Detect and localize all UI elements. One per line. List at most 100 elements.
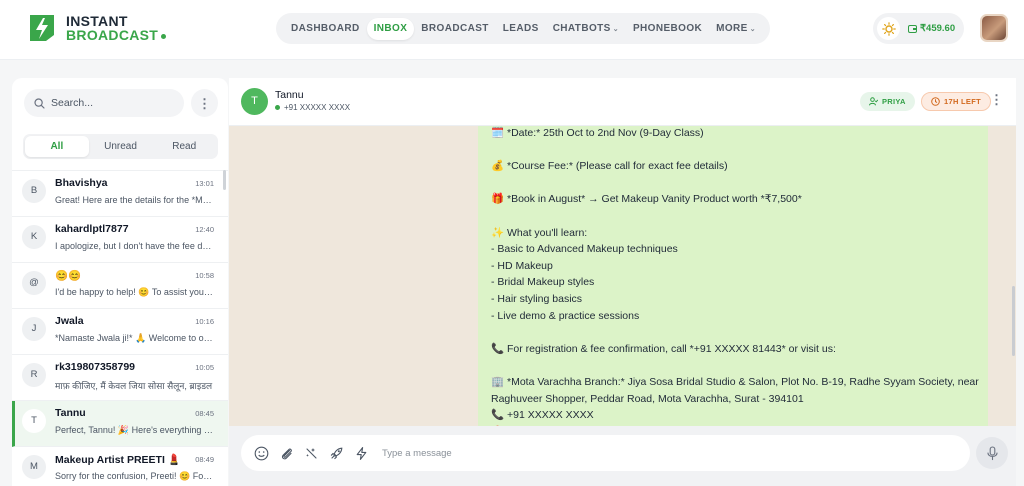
message-line: 📞 For registration & fee confirmation, c… (491, 342, 836, 355)
contact-name: Jwala (55, 315, 84, 327)
sidebar-more-icon[interactable]: ⋮ (191, 89, 218, 117)
message-line: - Bridal Makeup styles (491, 276, 595, 289)
wallet-balance[interactable]: ₹459.60 (908, 23, 955, 34)
nav-inbox[interactable]: INBOX (366, 17, 415, 40)
clock-icon (931, 97, 940, 106)
sidebar-scrollbar[interactable] (223, 170, 226, 190)
brand-dot (161, 33, 167, 39)
filter-tab-read[interactable]: Read (152, 136, 216, 157)
emoji-icon[interactable] (253, 445, 270, 462)
message-line: - Live demo & practice sessions (491, 309, 640, 322)
nav-leads[interactable]: LEADS (496, 18, 546, 40)
conversation-item[interactable]: Rrk319807358799 10:05 माफ़ कीजिए, मैं केवल… (12, 355, 228, 401)
conversation-item[interactable]: @ 😊😊 10:58 I'd be happy to help! 😊 To assis… (12, 263, 228, 309)
message-time: 10:58 (195, 271, 214, 280)
ai-sparkle-icon[interactable] (303, 445, 320, 462)
conversation-item[interactable]: B Bhavishya 13:01 Great! Here are the detai… (12, 171, 228, 217)
lightning-logo-icon (30, 15, 54, 41)
top-bar: INSTANT BROADCAST DASHBOARD INBOX BROADCAS… (0, 0, 1024, 60)
brand-line1: INSTANT (66, 13, 128, 29)
message-line: - Basic to Advanced Makeup techniques (491, 243, 678, 256)
contact-avatar: @ (22, 271, 46, 295)
attach-icon[interactable] (278, 445, 295, 462)
chat-scrollbar[interactable] (1012, 286, 1015, 356)
search-input[interactable] (51, 97, 171, 109)
rocket-icon[interactable] (328, 445, 345, 462)
nav-label: INBOX (373, 22, 408, 34)
contact-avatar[interactable]: T (241, 88, 268, 115)
message-bubble: 🗓️ *Date:* 25th Oct to 2nd Nov (9-Day Cl… (478, 126, 988, 426)
brand-line2: BROADCAST (66, 27, 159, 43)
nav-broadcast[interactable]: BROADCAST (414, 18, 496, 40)
message-time: 08:49 (195, 455, 214, 464)
chat-panel: T Tannu +91 XXXXX XXXX PRIYA 17H LEFT ⋮ … (229, 78, 1016, 486)
message-area[interactable]: 🗓️ *Date:* 25th Oct to 2nd Nov (9-Day Cl… (229, 126, 1016, 426)
conversation-item[interactable]: M Makeup Artist PREETI 💄 08:49 Sorry for th… (12, 447, 228, 486)
message-time: 10:16 (195, 317, 214, 326)
account-pill: ₹459.60 (873, 13, 964, 44)
sun-icon[interactable] (877, 17, 900, 40)
chat-header: T Tannu +91 XXXXX XXXX PRIYA 17H LEFT ⋮ (229, 78, 1016, 126)
nav-label: LEADS (502, 22, 539, 34)
message-line: - Hair styling basics (491, 292, 583, 305)
wallet-icon (908, 24, 917, 33)
message-line: 💰 *Course Fee:* (Please call for exact f… (491, 160, 728, 173)
microphone-icon[interactable] (976, 437, 1008, 469)
contact-name: rk319807358799 (55, 361, 136, 373)
conversation-item[interactable]: J Jwala 10:16 *Namaste Jwala ji!* 🙏 Welcome… (12, 309, 228, 355)
contact-name: Makeup Artist PREETI 💄 (55, 454, 181, 466)
assigned-agent-badge[interactable]: PRIYA (860, 92, 915, 111)
balance-amount: ₹459.60 (920, 23, 956, 34)
contact-avatar: T (22, 409, 46, 433)
message-time: 08:45 (195, 409, 214, 418)
search-icon (34, 97, 45, 109)
message-input[interactable] (382, 447, 942, 459)
brand-logo[interactable]: INSTANT BROADCAST (26, 12, 167, 44)
message-line: ✨ What you'll learn: (491, 226, 588, 239)
contact-phone-text: +91 XXXXX XXXX (284, 103, 351, 112)
filter-tab-unread[interactable]: Unread (89, 136, 153, 157)
agent-name: PRIYA (882, 97, 906, 106)
filter-tab-all[interactable]: All (25, 136, 89, 157)
conversation-item[interactable]: Kkahardlptl7877 12:40 I apologize, but I d… (12, 217, 228, 263)
message-line: 🗓️ *Date:* 25th Oct to 2nd Nov (9-Day Cl… (491, 127, 704, 139)
composer (229, 426, 1016, 486)
online-dot (275, 105, 280, 110)
message-time: 13:01 (195, 179, 214, 188)
search-box (24, 89, 184, 117)
contact-name: Tannu (275, 89, 304, 101)
nav-dashboard[interactable]: DASHBOARD (284, 18, 367, 40)
lightning-icon[interactable] (353, 445, 370, 462)
contact-avatar: K (22, 225, 46, 249)
contact-name: kahardlptl7877 (55, 223, 129, 235)
time-left-text: 17H LEFT (944, 97, 981, 106)
message-preview: Sorry for the confusion, Preeti! 😊 For m… (55, 471, 215, 481)
message-preview: *Namaste Jwala ji!* 🙏 Welcome to our stu… (55, 333, 215, 343)
conversation-sidebar: ⋮ AllUnreadRead B Bhavishya 13:01 Great! He… (12, 78, 228, 486)
conversation-item[interactable]: T Tannu 08:45 Perfect, Tannu! 🎉 Here's ever… (12, 401, 228, 447)
user-check-icon (869, 97, 878, 106)
message-line: - HD Makeup (491, 259, 553, 272)
nav-label: MORE (716, 22, 748, 34)
message-preview: Great! Here are the details for the *Mak… (55, 195, 215, 205)
nav-phonebook[interactable]: PHONEBOOK (626, 18, 709, 40)
contact-avatar: J (22, 317, 46, 341)
message-preview: माफ़ कीजिए, मैं केवल जिया सोसा सैलून, ब्… (55, 381, 213, 391)
main-nav: DASHBOARD INBOX BROADCAST LEADS CHATBOTS ⌄ PHO… (276, 13, 770, 44)
user-avatar[interactable] (980, 14, 1008, 42)
nav-chatbots[interactable]: CHATBOTS ⌄ (546, 18, 626, 40)
nav-label: DASHBOARD (291, 22, 360, 34)
contact-avatar: R (22, 363, 46, 387)
chat-more-icon[interactable]: ⋮ (990, 93, 1003, 106)
message-line: 🎁 *Book in August* → Get Makeup Vanity P… (491, 193, 802, 206)
nav-more[interactable]: MORE ⌄ (709, 18, 763, 40)
filter-tabs: All Unread Read (23, 134, 218, 159)
message-preview: Perfect, Tannu! 🎉 Here's everything you … (55, 425, 215, 435)
contact-name: Tannu (55, 407, 86, 419)
nav-label: CHATBOTS (552, 22, 611, 34)
compose-box (241, 435, 970, 471)
